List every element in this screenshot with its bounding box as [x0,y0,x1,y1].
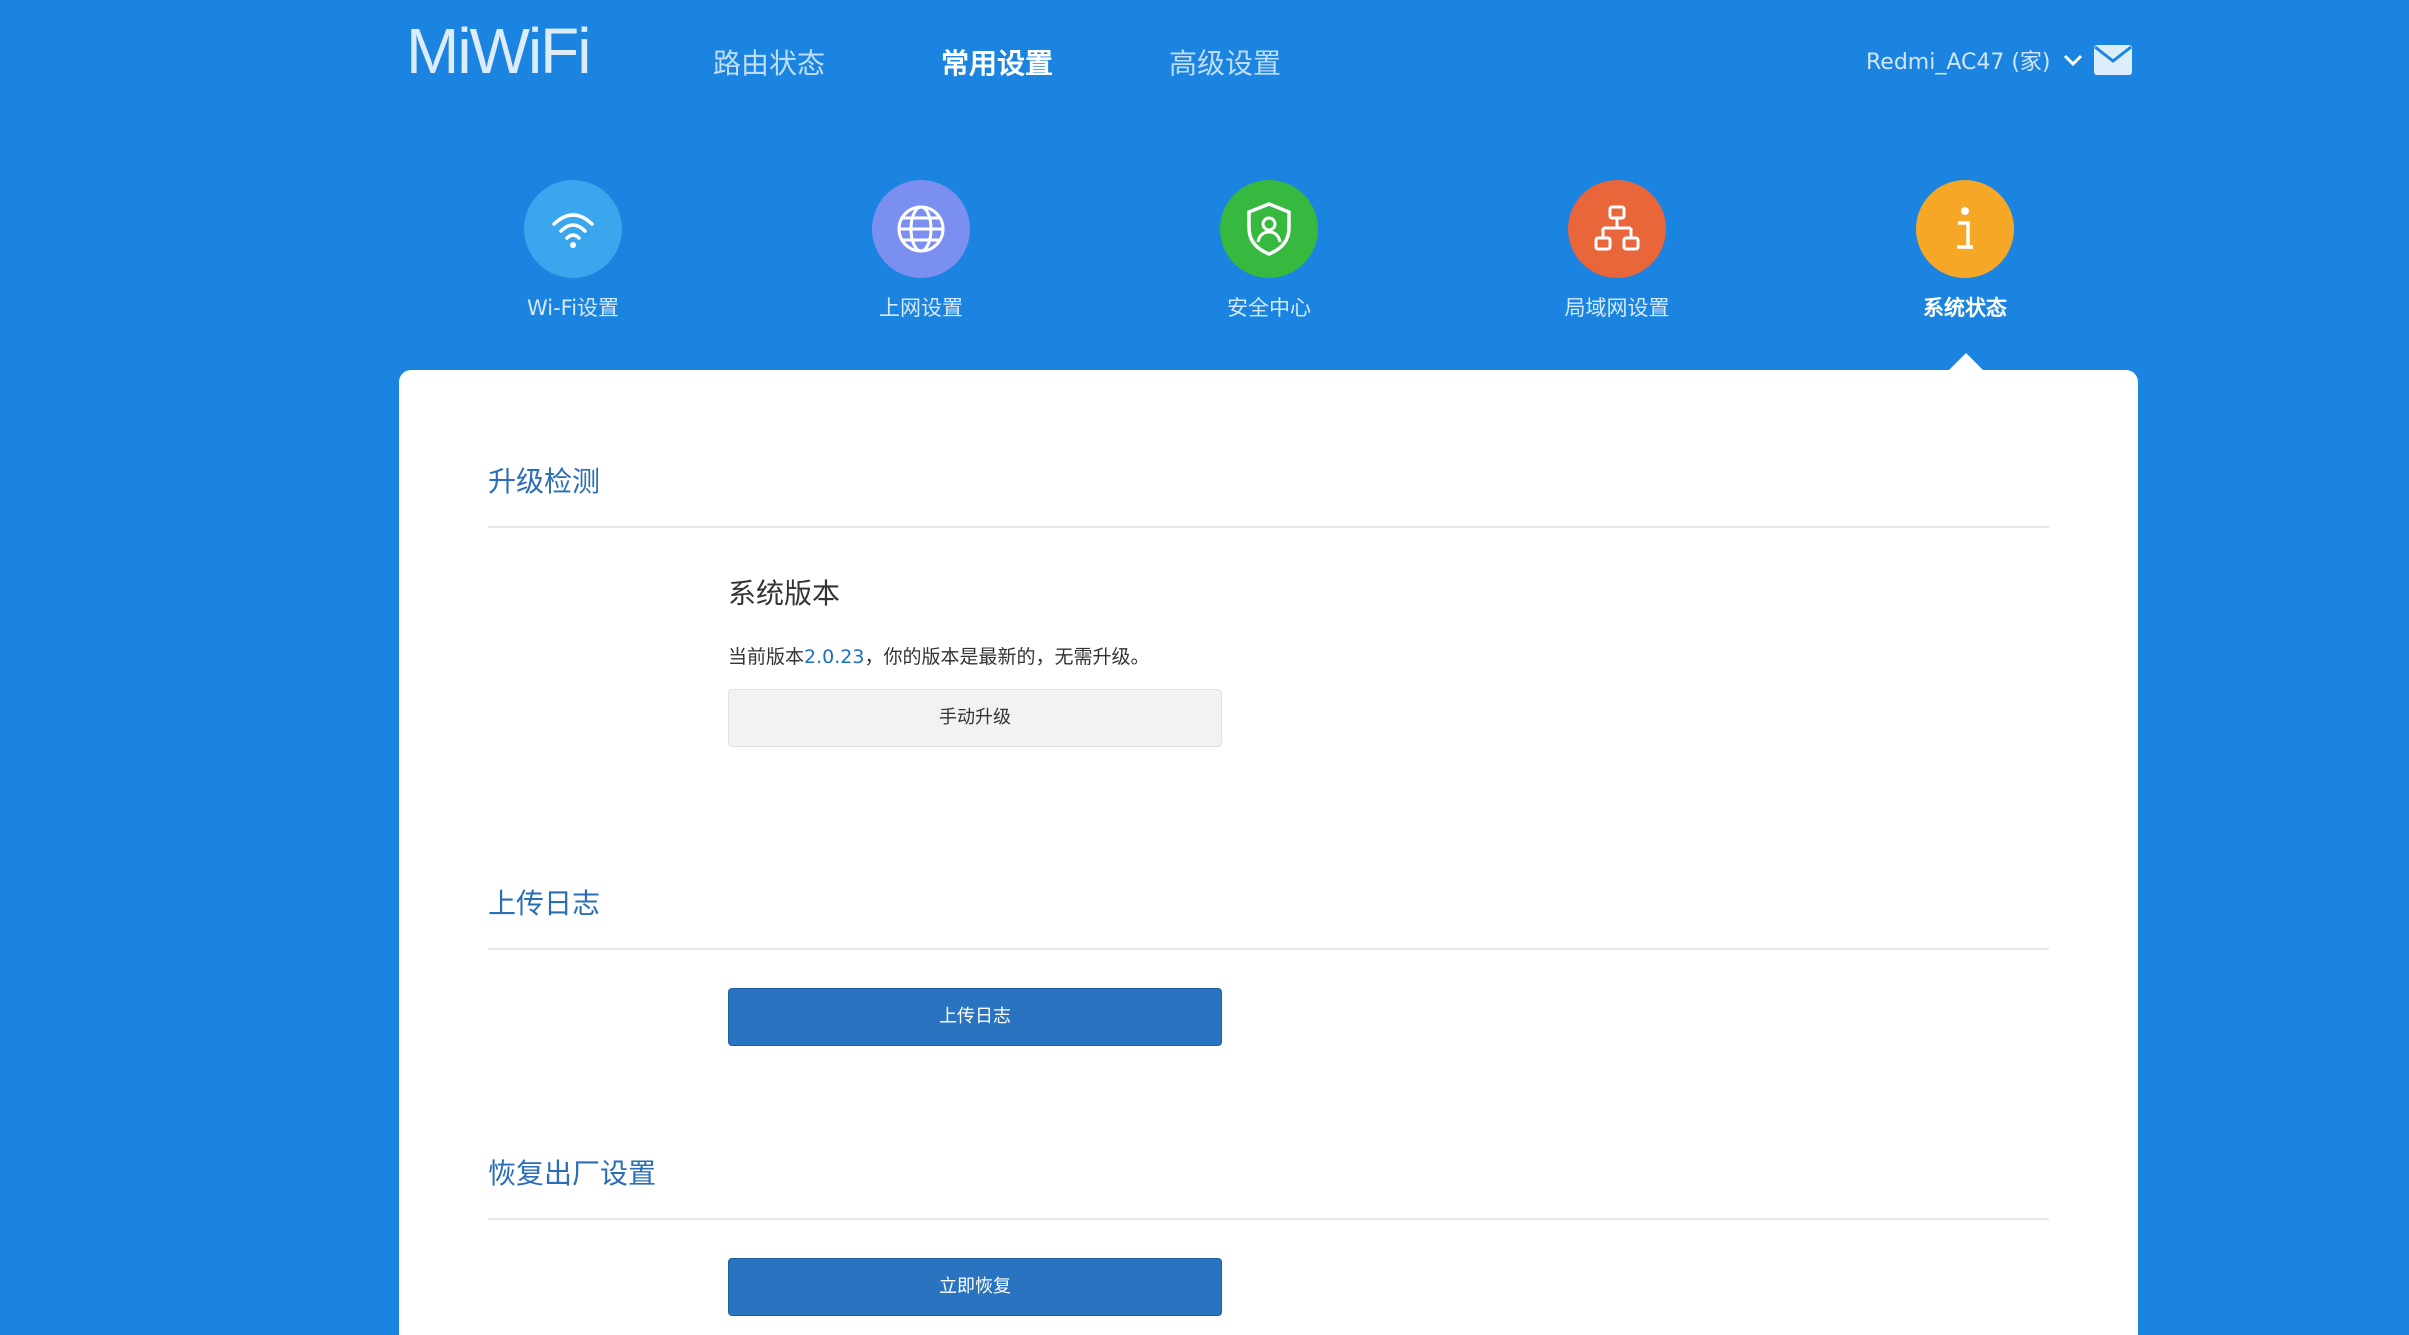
upgrade-section-body: 系统版本 当前版本2.0.23，你的版本是最新的，无需升级。 手动升级 [488,572,2049,747]
feature-label: Wi-Fi设置 [526,296,620,320]
feature-label: 局域网设置 [1564,296,1670,320]
version-description: 当前版本2.0.23，你的版本是最新的，无需升级。 [728,642,2049,669]
system-version-title: 系统版本 [728,577,841,610]
manual-upgrade-button[interactable]: 手动升级 [728,689,1222,747]
version-number: 2.0.23 [804,646,865,668]
upload-log-section-body: 上传日志 [488,988,2049,1046]
factory-reset-section: 恢复出厂设置 立即恢复 [488,1152,2049,1316]
upload-log-section-title: 上传日志 [488,882,2049,950]
upgrade-section-title: 升级检测 [488,460,2049,528]
feature-internet-settings[interactable]: 上网设置 [811,180,1031,322]
active-tab-pointer [1948,353,1984,371]
version-desc-suffix: ，你的版本是最新的，无需升级。 [864,646,1150,668]
feature-label: 上网设置 [879,296,963,320]
router-name: Redmi_AC47 (家) [1866,50,2051,75]
router-admin-page: MiWiFi 路由状态 常用设置 高级设置 Redmi_AC47 (家) Wi-… [0,0,2409,1335]
nav-router-status[interactable]: 路由状态 [713,42,825,82]
wifi-icon [524,180,622,278]
version-desc-prefix: 当前版本 [728,646,805,668]
mail-icon[interactable] [2094,45,2132,75]
miwifi-logo: MiWiFi [406,15,591,87]
upload-log-button[interactable]: 上传日志 [728,988,1222,1046]
feature-wifi-settings[interactable]: Wi-Fi设置 [463,180,683,322]
feature-lan-settings[interactable]: 局域网设置 [1507,180,1727,322]
upgrade-section: 升级检测 系统版本 当前版本2.0.23，你的版本是最新的，无需升级。 手动升级 [488,460,2049,747]
info-icon [1916,180,2014,278]
feature-security-center[interactable]: 安全中心 [1159,180,1379,322]
feature-label: 安全中心 [1227,296,1311,320]
content-card: 升级检测 系统版本 当前版本2.0.23，你的版本是最新的，无需升级。 手动升级… [399,370,2138,1335]
feature-label: 系统状态 [1923,296,2007,320]
upload-log-section: 上传日志 上传日志 [488,882,2049,1046]
nav-common-settings[interactable]: 常用设置 [941,42,1053,82]
chevron-down-icon [2063,53,2083,67]
factory-reset-section-title: 恢复出厂设置 [488,1152,2049,1220]
router-selector[interactable]: Redmi_AC47 (家) [1866,44,2083,76]
restore-now-button[interactable]: 立即恢复 [728,1258,1222,1316]
factory-reset-section-body: 立即恢复 [488,1258,2049,1316]
nav-advanced-settings[interactable]: 高级设置 [1169,42,1281,82]
globe-icon [872,180,970,278]
feature-system-status[interactable]: 系统状态 [1855,180,2075,322]
shield-icon [1220,180,1318,278]
network-icon [1568,180,1666,278]
